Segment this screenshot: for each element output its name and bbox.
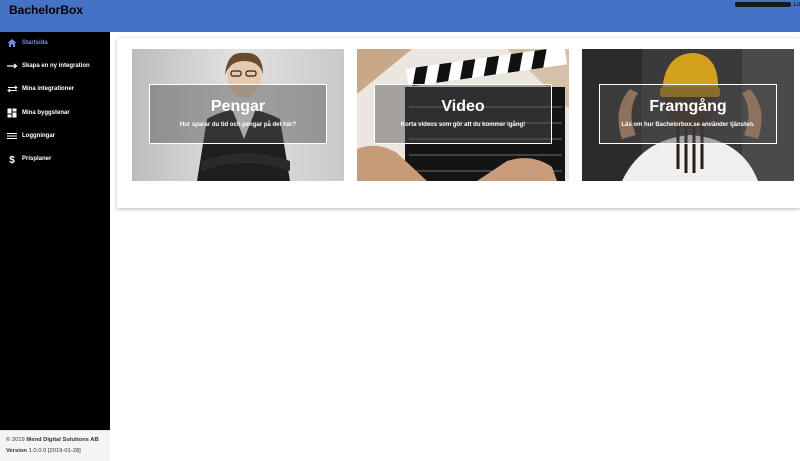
tile-title: Video bbox=[441, 98, 485, 115]
sidebar-item-label: Skapa en ny integration bbox=[22, 63, 90, 69]
sidebar-item-startsida[interactable]: Startsida bbox=[0, 33, 110, 53]
version-text: Version 1.0.0.0 [2019-01-28] bbox=[6, 448, 81, 454]
tile-title: Framgång bbox=[649, 98, 727, 115]
sidebar-item-label: Mina integrationer bbox=[22, 86, 75, 92]
sidebar-item-mina-byggstenar[interactable]: Mina byggstenar bbox=[0, 103, 110, 123]
dashboard-icon bbox=[6, 107, 18, 119]
tile-overlay: Video Korta videos som gör att du kommer… bbox=[374, 84, 552, 144]
tile-subtitle: Läs om hur Bachelorbox.se använder tjäns… bbox=[621, 122, 755, 128]
tile-title: Pengar bbox=[210, 98, 266, 115]
sidebar-item-skapa-integration[interactable]: Skapa en ny integration bbox=[0, 56, 110, 76]
company-name: Mend Digital Solutions AB bbox=[26, 437, 99, 443]
list-icon bbox=[6, 130, 18, 142]
tile-overlay: Framgång Läs om hur Bachelorbox.se använ… bbox=[599, 84, 777, 144]
sidebar-item-label: Prisplaner bbox=[22, 156, 52, 162]
version-label: Version bbox=[6, 448, 27, 454]
svg-text:$: $ bbox=[9, 155, 15, 165]
version-value: 1.0.0.0 [2019-01-28] bbox=[26, 448, 81, 454]
tile-overlay: Pengar Hur sparar du tid och pengar på d… bbox=[149, 84, 327, 144]
swap-arrows-icon bbox=[6, 83, 18, 95]
top-app-bar: BachelorBox Lo bbox=[0, 0, 800, 32]
tile-subtitle: Korta videos som gör att du kommer igång… bbox=[400, 122, 526, 128]
sidebar-item-label: Mina byggstenar bbox=[22, 110, 70, 116]
sidebar-item-label: Startsida bbox=[22, 40, 48, 46]
arrow-right-icon bbox=[6, 60, 18, 72]
tile-framgang[interactable]: Framgång Läs om hur Bachelorbox.se använ… bbox=[582, 49, 794, 181]
start-cards-panel: Pengar Hur sparar du tid och pengar på d… bbox=[117, 38, 800, 208]
sidebar-item-loggningar[interactable]: Loggningar bbox=[0, 126, 110, 146]
tile-video[interactable]: Video Korta videos som gör att du kommer… bbox=[357, 49, 569, 181]
sidebar-nav: Startsida Skapa en ny integration Mina i… bbox=[0, 32, 110, 430]
sidebar-footer: © 2019 Mend Digital Solutions AB Version… bbox=[0, 430, 110, 461]
copyright-text: © 2019 Mend Digital Solutions AB bbox=[6, 437, 99, 443]
redacted-username bbox=[735, 1, 792, 7]
user-menu[interactable]: Lo bbox=[735, 0, 800, 10]
copyright-prefix: © 2019 bbox=[6, 437, 27, 443]
user-label[interactable]: Lo bbox=[793, 2, 800, 8]
home-icon bbox=[6, 37, 18, 49]
dollar-icon: $ bbox=[6, 153, 18, 165]
app-title[interactable]: BachelorBox bbox=[9, 3, 83, 17]
sidebar-item-mina-integrationer[interactable]: Mina integrationer bbox=[0, 79, 110, 99]
tile-subtitle: Hur sparar du tid och pengar på det här? bbox=[179, 122, 297, 128]
sidebar-item-label: Loggningar bbox=[22, 133, 55, 139]
tile-pengar[interactable]: Pengar Hur sparar du tid och pengar på d… bbox=[132, 49, 344, 181]
sidebar-item-prisplaner[interactable]: $ Prisplaner bbox=[0, 149, 110, 169]
